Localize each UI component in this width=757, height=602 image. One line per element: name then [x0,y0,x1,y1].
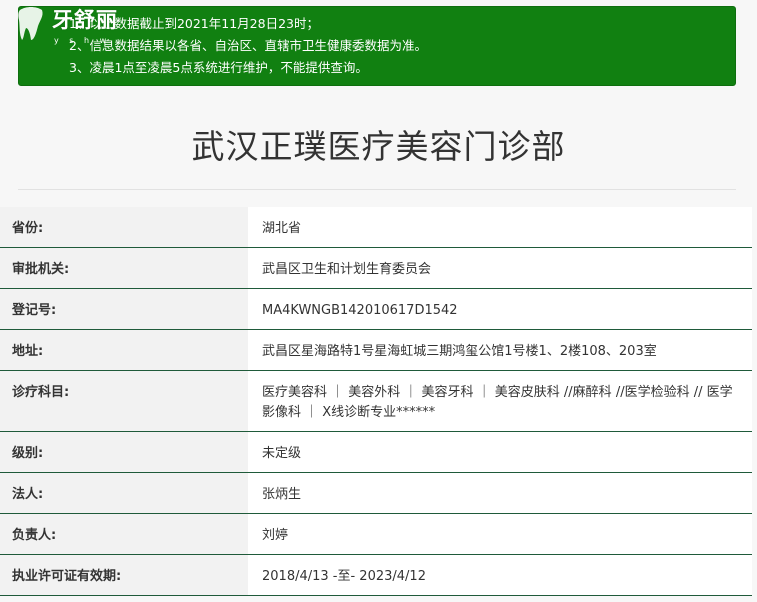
row-value: 医疗美容科 ｜ 美容外科 ｜ 美容牙科 ｜ 美容皮肤科 //麻醉科 //医学检验… [248,371,752,431]
table-row-province: 省份: 湖北省 [0,207,752,248]
table-row-level: 级别: 未定级 [0,432,752,473]
table-row-registration-number: 登记号: MA4KWNGB142010617D1542 [0,289,752,330]
row-label: 执业许可证有效期: [0,555,248,595]
info-table: 省份: 湖北省 审批机关: 武昌区卫生和计划生育委员会 登记号: MA4KWNG… [0,207,752,596]
table-row-legal-person: 法人: 张炳生 [0,473,752,514]
notice-line-1: 1、以上数据截止到2021年11月28日23时； [69,16,319,31]
row-value: MA4KWNGB142010617D1542 [248,289,752,329]
row-label: 法人: [0,473,248,513]
row-value: 湖北省 [248,207,752,247]
row-label: 登记号: [0,289,248,329]
table-row-address: 地址: 武昌区星海路特1号星海虹城三期鸿玺公馆1号楼1、2楼108、203室 [0,330,752,371]
row-value: 张炳生 [248,473,752,513]
table-row-approval-authority: 审批机关: 武昌区卫生和计划生育委员会 [0,248,752,289]
row-label: 审批机关: [0,248,248,288]
row-label: 省份: [0,207,248,247]
row-label: 级别: [0,432,248,472]
title-divider [18,189,736,190]
row-value: 2018/4/13 -至- 2023/4/12 [248,555,752,595]
row-label: 诊疗科目: [0,371,248,431]
notice-line-2: 2、信息数据结果以各省、自治区、直辖市卫生健康委数据为准。 [69,38,427,53]
notice-line-3: 3、凌晨1点至凌晨5点系统进行维护，不能提供查询。 [69,60,368,75]
page-title: 武汉正璞医疗美容门诊部 [191,127,566,166]
row-label: 负责人: [0,514,248,554]
row-label: 地址: [0,330,248,370]
row-value: 未定级 [248,432,752,472]
notice-banner: 1、以上数据截止到2021年11月28日23时； 2、信息数据结果以各省、自治区… [18,6,736,86]
page: 1、以上数据截止到2021年11月28日23时； 2、信息数据结果以各省、自治区… [0,0,757,602]
table-row-license-validity: 执业许可证有效期: 2018/4/13 -至- 2023/4/12 [0,555,752,596]
row-value: 武昌区星海路特1号星海虹城三期鸿玺公馆1号楼1、2楼108、203室 [248,330,752,370]
table-row-person-in-charge: 负责人: 刘婷 [0,514,752,555]
table-row-departments: 诊疗科目: 医疗美容科 ｜ 美容外科 ｜ 美容牙科 ｜ 美容皮肤科 //麻醉科 … [0,371,752,432]
row-value: 刘婷 [248,514,752,554]
row-value: 武昌区卫生和计划生育委员会 [248,248,752,288]
